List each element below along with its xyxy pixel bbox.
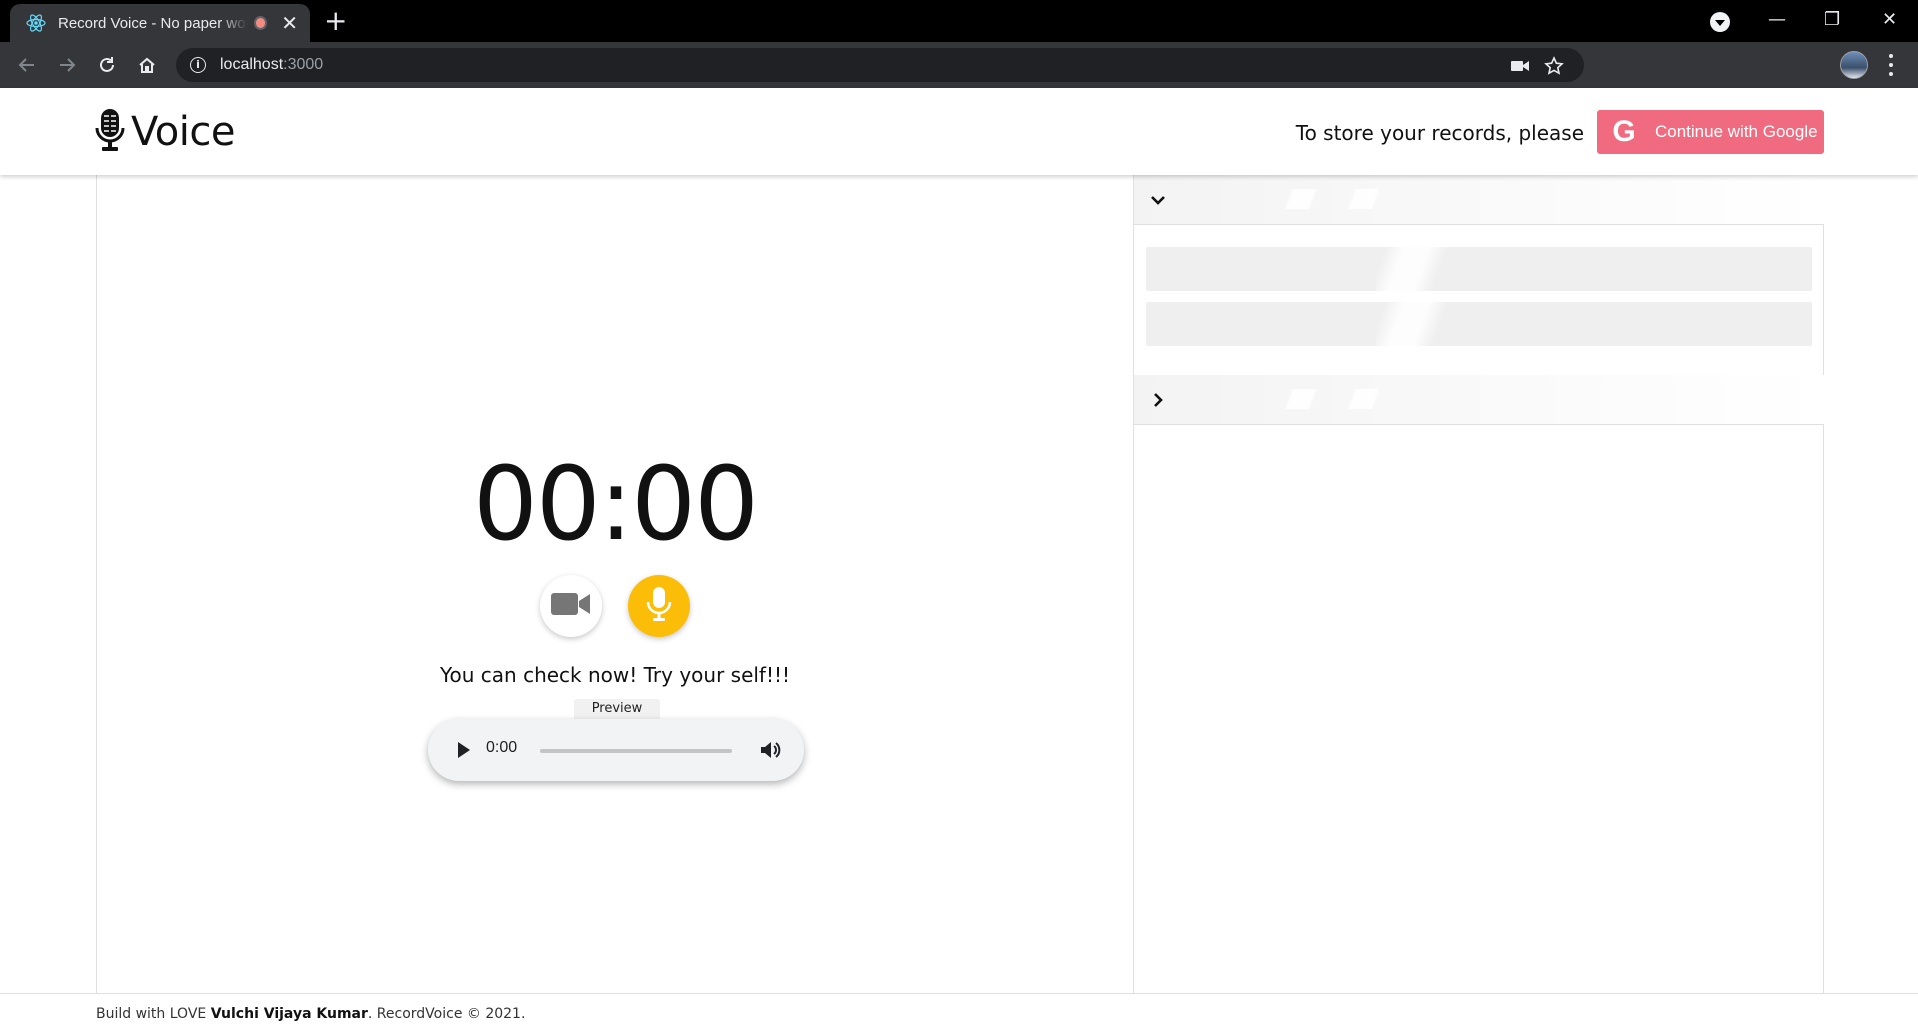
chevron-down-icon[interactable] [1148, 190, 1168, 210]
chevron-right-icon[interactable] [1148, 390, 1168, 410]
app-header: Voice To store your records, please G Co… [0, 88, 1918, 175]
browser-tab-bar: Record Voice - No paper work ✕ + — ❐ ✕ [0, 0, 1918, 42]
store-records-prompt: To store your records, please [1295, 121, 1584, 145]
browser-toolbar: i localhost:3000 [0, 42, 1918, 118]
address-bar[interactable]: i localhost:3000 [176, 48, 1584, 82]
site-info-icon[interactable]: i [190, 57, 206, 73]
audio-record-button[interactable] [628, 575, 690, 637]
tab-title: Record Voice - No paper work [58, 14, 248, 32]
footer-prefix: Build with LOVE [96, 1006, 211, 1022]
skeleton-row [1146, 247, 1812, 291]
url-host: localhost [220, 56, 284, 73]
brand-name: Voice [131, 109, 235, 155]
footer-credit: Build with LOVE Vulchi Vijaya Kumar. Rec… [96, 1006, 525, 1022]
bookmark-star-icon[interactable] [1544, 56, 1564, 76]
close-window-button[interactable]: ✕ [1882, 6, 1897, 34]
preview-label: Preview [574, 699, 660, 719]
close-tab-icon[interactable]: ✕ [281, 13, 298, 33]
video-record-button[interactable] [540, 575, 602, 637]
profile-avatar[interactable] [1840, 51, 1868, 79]
new-tab-button[interactable]: + [324, 6, 347, 36]
browser-menu-icon[interactable] [1888, 54, 1894, 76]
minimize-window-button[interactable]: — [1768, 6, 1786, 34]
url-text: localhost:3000 [220, 56, 323, 74]
status-message: You can check now! Try your self!!! [439, 663, 791, 687]
records-accordion-header-collapsed[interactable] [1134, 375, 1824, 425]
footer-suffix: . RecordVoice © 2021. [367, 1006, 526, 1022]
skeleton-row [1146, 302, 1812, 346]
google-icon: G [1612, 115, 1636, 148]
reload-icon[interactable] [92, 50, 122, 80]
footer-author: Vulchi Vijaya Kumar [210, 1006, 368, 1022]
forward-arrow-icon[interactable] [52, 50, 82, 80]
main-content: 00:00 You can check now! Try your self!!… [96, 175, 1824, 993]
skeleton-placeholder [1244, 389, 1394, 409]
url-port: :3000 [283, 56, 324, 73]
recording-indicator-icon [253, 16, 268, 30]
restore-window-button[interactable]: ❐ [1824, 6, 1840, 34]
records-accordion-header-expanded[interactable] [1134, 175, 1824, 225]
microphone-icon [646, 586, 672, 626]
video-camera-icon [551, 591, 591, 621]
brand-logo[interactable]: Voice [95, 108, 235, 156]
recorder-panel: 00:00 You can check now! Try your self!!… [97, 175, 1133, 993]
seek-bar[interactable] [540, 749, 732, 753]
google-button-label: Continue with Google [1655, 122, 1818, 141]
recording-timer: 00:00 [473, 445, 759, 564]
player-time: 0:00 [486, 739, 518, 756]
records-panel [1133, 175, 1824, 993]
play-icon[interactable] [456, 741, 472, 763]
camera-in-use-icon[interactable] [1510, 56, 1530, 76]
audio-player[interactable]: 0:00 [428, 719, 804, 781]
tab-search-icon[interactable] [1710, 12, 1730, 32]
continue-with-google-button[interactable]: G Continue with Google [1597, 110, 1824, 154]
volume-icon[interactable] [759, 739, 781, 765]
microphone-icon [95, 108, 125, 156]
react-icon [26, 13, 46, 33]
back-arrow-icon[interactable] [12, 50, 42, 80]
home-icon[interactable] [132, 50, 162, 80]
footer: Build with LOVE Vulchi Vijaya Kumar. Rec… [0, 993, 1918, 1032]
browser-tab[interactable]: Record Voice - No paper work ✕ [10, 4, 310, 42]
skeleton-placeholder [1244, 189, 1394, 209]
